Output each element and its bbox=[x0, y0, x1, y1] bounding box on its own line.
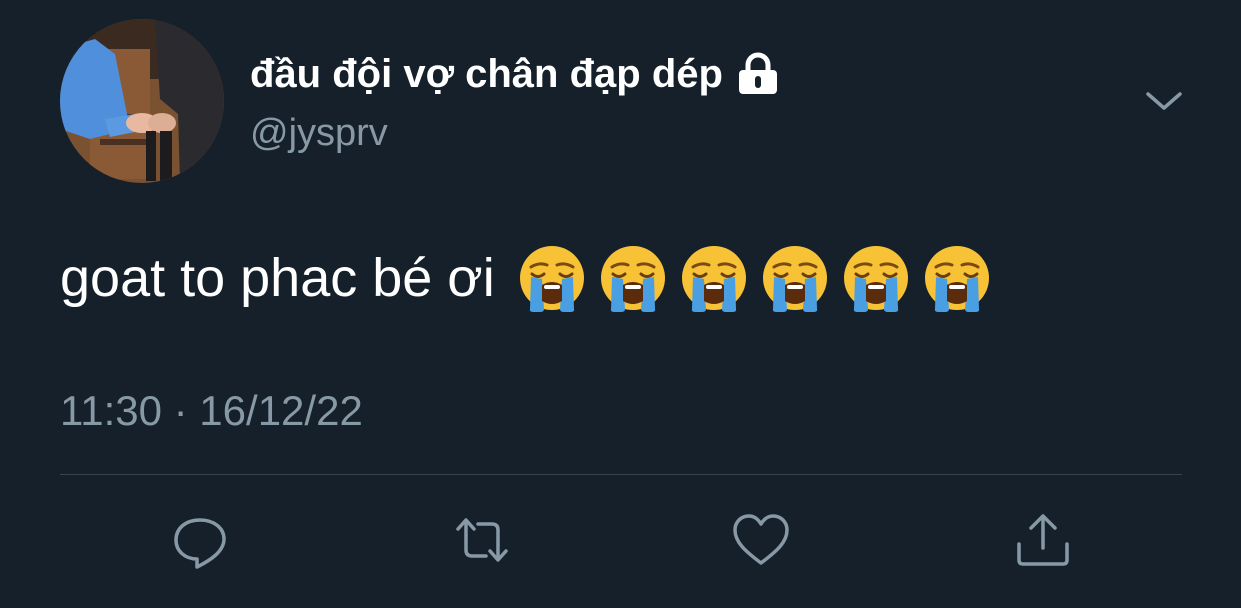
share-button[interactable] bbox=[1013, 510, 1073, 570]
heart-icon bbox=[733, 514, 789, 565]
avatar[interactable] bbox=[60, 19, 224, 183]
tweet-text: goat to phac bé ơi bbox=[60, 248, 495, 308]
tweet-card: đầu đội vợ chân đạp dép @jysprv goat to … bbox=[0, 0, 1241, 608]
loudly-crying-face-icon bbox=[762, 246, 827, 312]
retweet-button[interactable] bbox=[452, 510, 512, 570]
chevron-down-icon[interactable] bbox=[1140, 84, 1188, 120]
reply-icon bbox=[174, 518, 226, 569]
retweet-icon bbox=[456, 518, 508, 562]
tweet-timestamp[interactable]: 11:30 · 16/12/22 bbox=[60, 384, 363, 438]
tweet-body: goat to phac bé ơi bbox=[60, 240, 992, 316]
reply-button[interactable] bbox=[170, 510, 230, 570]
display-name-row: đầu đội vợ chân đạp dép bbox=[250, 48, 779, 100]
loudly-crying-face-icon bbox=[681, 246, 746, 312]
loudly-crying-face-icon bbox=[519, 246, 584, 312]
loudly-crying-face-icon bbox=[843, 246, 908, 312]
lock-icon bbox=[737, 52, 779, 96]
divider bbox=[60, 474, 1182, 475]
user-handle[interactable]: @jysprv bbox=[250, 108, 388, 158]
share-icon bbox=[1017, 514, 1069, 566]
loudly-crying-face-icon bbox=[924, 246, 989, 312]
emoji-row bbox=[517, 243, 992, 313]
display-name[interactable]: đầu đội vợ chân đạp dép bbox=[250, 48, 723, 100]
like-button[interactable] bbox=[731, 510, 791, 570]
loudly-crying-face-icon bbox=[600, 246, 665, 312]
